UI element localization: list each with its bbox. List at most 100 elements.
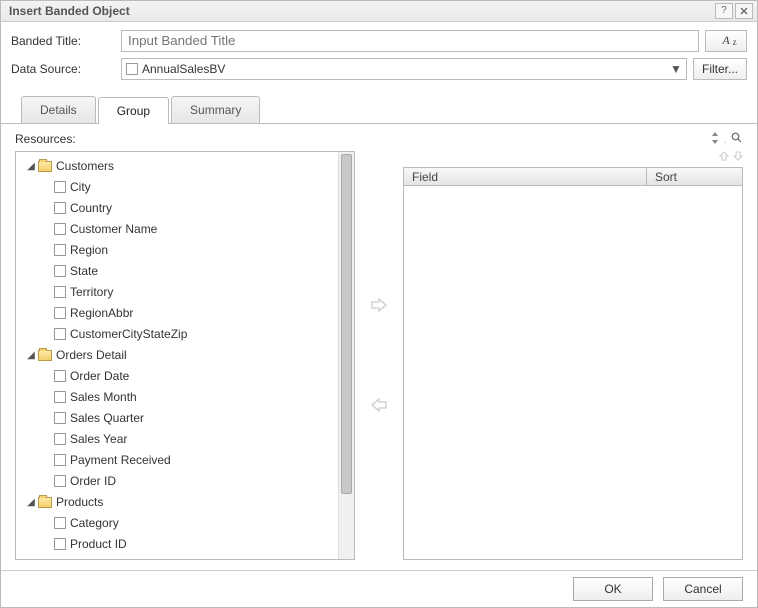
tree-item-label: Customer Name [70, 222, 157, 236]
tree-folder-label: Products [56, 495, 103, 509]
tree-item-label: Product ID [70, 537, 127, 551]
tree-item-label: Category [70, 516, 119, 530]
tree-item[interactable]: Payment Received [18, 450, 336, 471]
field-checkbox[interactable] [54, 286, 66, 298]
tree-scrollbar[interactable] [338, 152, 354, 559]
field-checkbox[interactable] [54, 181, 66, 193]
field-checkbox[interactable] [54, 538, 66, 550]
fields-table-body[interactable] [404, 186, 742, 559]
tabs: Details Group Summary [1, 96, 757, 124]
folder-icon [38, 161, 52, 172]
tree-item[interactable]: State [18, 261, 336, 282]
banded-title-label: Banded Title: [11, 34, 121, 48]
tree-item-label: CustomerCityStateZip [70, 327, 187, 341]
dialog-footer: OK Cancel [1, 570, 757, 607]
move-up-button[interactable] [719, 151, 729, 164]
sort-toggle-icon[interactable] [708, 132, 722, 147]
expand-toggle-icon[interactable]: ◢ [24, 350, 38, 361]
field-checkbox[interactable] [54, 475, 66, 487]
arrow-up-icon [719, 151, 729, 161]
data-source-value: AnnualSalesBV [142, 62, 668, 76]
tree-folder-label: Orders Detail [56, 348, 127, 362]
data-source-label: Data Source: [11, 62, 121, 76]
tree-folder[interactable]: ◢ Products [18, 492, 336, 513]
cancel-button[interactable]: Cancel [663, 577, 743, 601]
tree-item-label: City [70, 180, 91, 194]
field-checkbox[interactable] [54, 454, 66, 466]
tree-item-label: Country [70, 201, 112, 215]
tree-folder-label: Customers [56, 159, 114, 173]
column-header-sort[interactable]: Sort [647, 168, 742, 185]
ok-button[interactable]: OK [573, 577, 653, 601]
expand-toggle-icon[interactable]: ◢ [24, 161, 38, 172]
tree-item-label: Payment Received [70, 453, 171, 467]
search-icon[interactable] [729, 132, 743, 146]
help-button[interactable]: ? [715, 3, 733, 19]
chevron-down-icon: ▼ [668, 62, 684, 76]
resources-tree-pane: ◢ Customers City Country Customer Name Region… [15, 151, 355, 560]
resources-label: Resources: [15, 132, 708, 146]
field-checkbox[interactable] [54, 370, 66, 382]
tree-item-label: Sales Month [70, 390, 137, 404]
close-icon [740, 7, 748, 15]
field-checkbox[interactable] [54, 244, 66, 256]
tree-item[interactable]: City [18, 177, 336, 198]
folder-icon [38, 350, 52, 361]
tree-folder[interactable]: ◢ Orders Detail [18, 345, 336, 366]
tree-item[interactable]: Sales Month [18, 387, 336, 408]
tree-item[interactable]: Customer Name [18, 219, 336, 240]
field-checkbox[interactable] [54, 223, 66, 235]
font-icon: Az [722, 33, 729, 48]
field-checkbox[interactable] [54, 307, 66, 319]
add-field-button[interactable] [369, 295, 389, 315]
arrow-left-icon [371, 398, 387, 412]
form-area: Banded Title: Az Data Source: AnnualSale… [1, 22, 757, 92]
tree-item[interactable]: CustomerCityStateZip [18, 324, 336, 345]
data-source-select[interactable]: AnnualSalesBV ▼ [121, 58, 687, 80]
tree-item-label: Order ID [70, 474, 116, 488]
tree-item-label: Sales Year [70, 432, 127, 446]
titlebar: Insert Banded Object ? [1, 1, 757, 22]
tree-item[interactable]: Sales Quarter [18, 408, 336, 429]
arrow-down-icon [733, 151, 743, 161]
tree-item[interactable]: Order Date [18, 366, 336, 387]
banded-title-input[interactable] [121, 30, 699, 52]
field-checkbox[interactable] [54, 265, 66, 277]
tree-item[interactable]: Order ID [18, 471, 336, 492]
tab-summary[interactable]: Summary [171, 96, 260, 123]
field-checkbox[interactable] [54, 412, 66, 424]
tree-item[interactable]: RegionAbbr [18, 303, 336, 324]
close-button[interactable] [735, 3, 753, 19]
transfer-controls [355, 151, 403, 560]
tree-item[interactable]: Product ID [18, 534, 336, 555]
tree-item[interactable]: Category [18, 513, 336, 534]
tree-item-label: Region [70, 243, 108, 257]
tree-item[interactable]: Region [18, 240, 336, 261]
tree-item-label: Sales Quarter [70, 411, 144, 425]
tab-details[interactable]: Details [21, 96, 96, 123]
field-checkbox[interactable] [54, 202, 66, 214]
tree-item[interactable]: Country [18, 198, 336, 219]
resources-tree[interactable]: ◢ Customers City Country Customer Name Region… [16, 152, 338, 559]
tree-item-label: State [70, 264, 98, 278]
scroll-thumb[interactable] [341, 154, 352, 494]
arrow-right-icon [371, 298, 387, 312]
tab-body: Resources: . ◢CustomersCityCountryCustom… [1, 124, 757, 570]
tree-item[interactable]: Sales Year [18, 429, 336, 450]
remove-field-button[interactable] [369, 395, 389, 415]
tree-folder[interactable]: ◢ Customers [18, 156, 336, 177]
tree-item-label: RegionAbbr [70, 306, 133, 320]
tab-group[interactable]: Group [98, 97, 169, 124]
field-checkbox[interactable] [54, 433, 66, 445]
expand-toggle-icon[interactable]: ◢ [24, 497, 38, 508]
field-checkbox[interactable] [54, 328, 66, 340]
filter-button[interactable]: Filter... [693, 58, 747, 80]
tree-item[interactable]: Territory [18, 282, 336, 303]
field-checkbox[interactable] [54, 391, 66, 403]
folder-icon [38, 497, 52, 508]
datasource-icon [126, 63, 138, 75]
move-down-button[interactable] [733, 151, 743, 164]
column-header-field[interactable]: Field [404, 168, 647, 185]
font-button[interactable]: Az [705, 30, 747, 52]
field-checkbox[interactable] [54, 517, 66, 529]
